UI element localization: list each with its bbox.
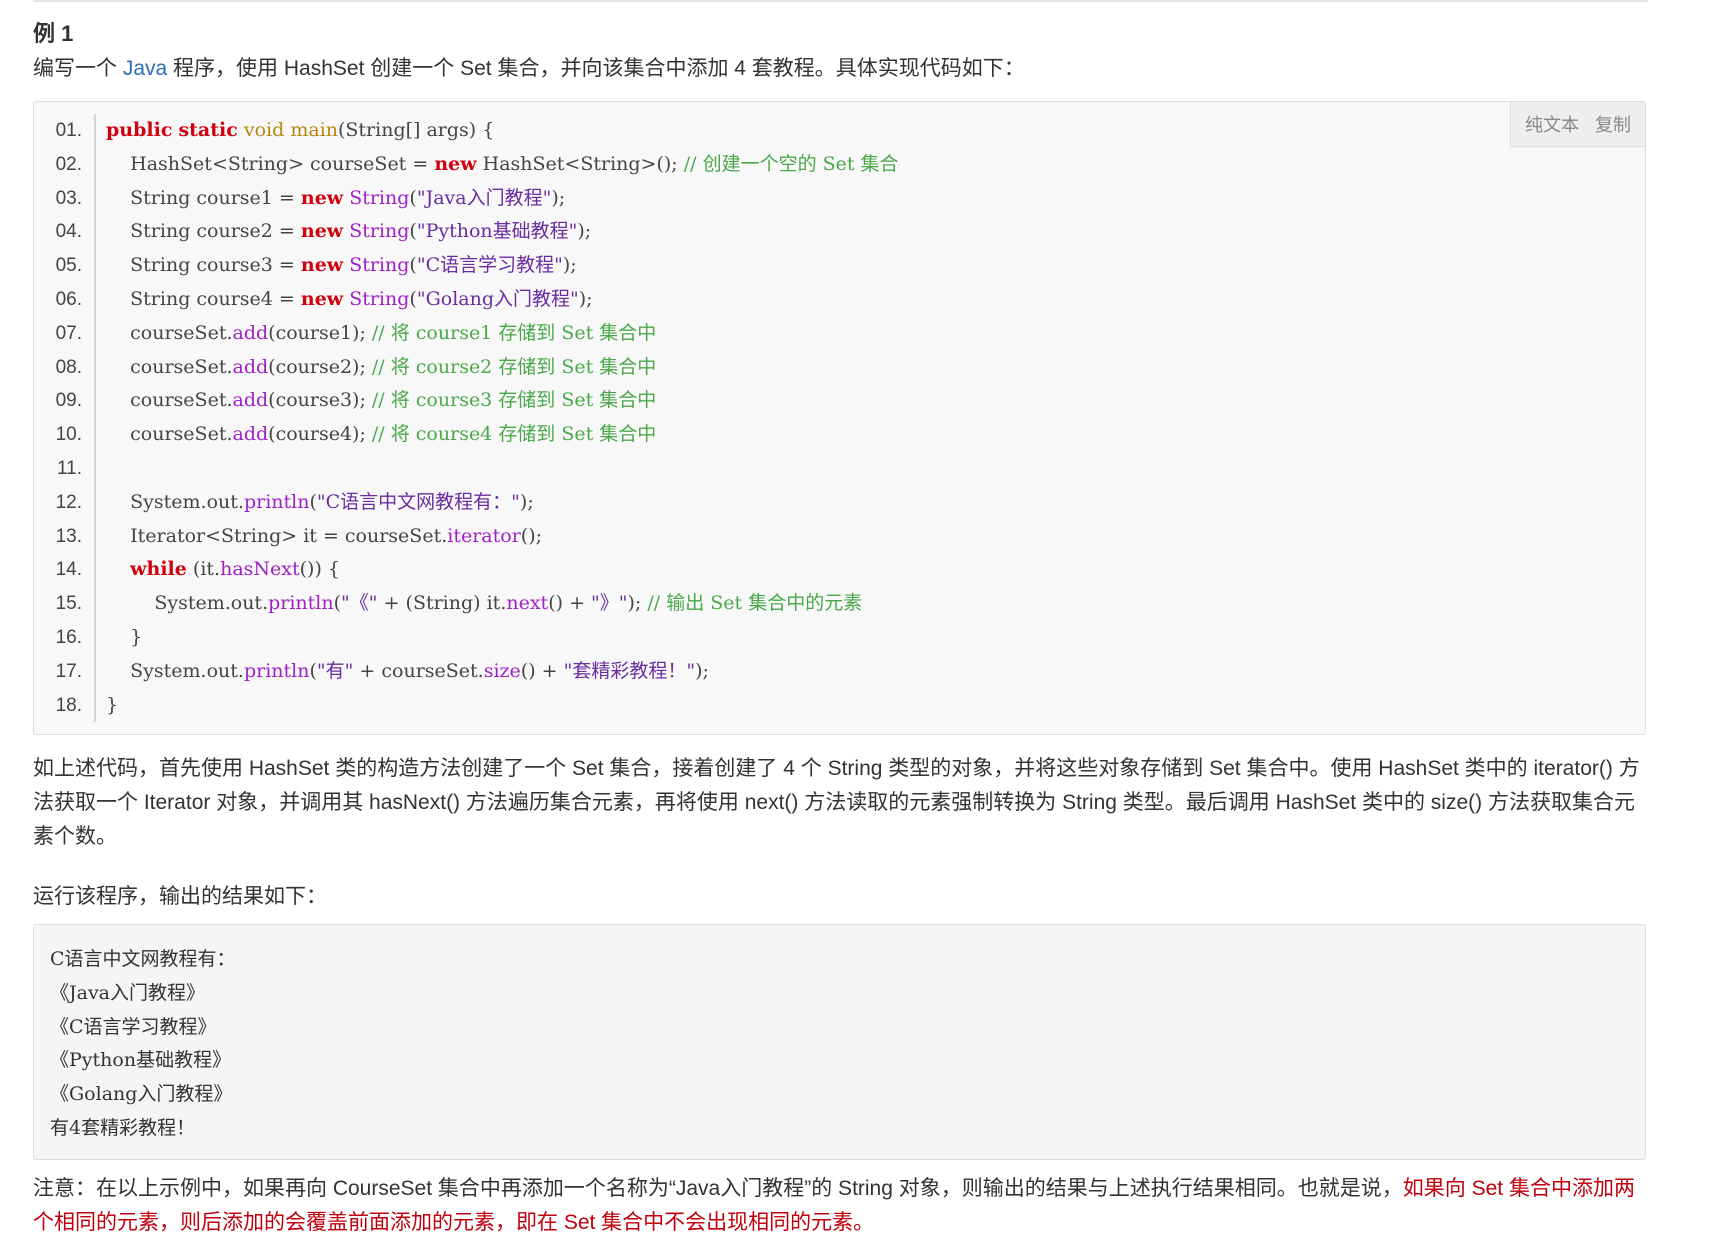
line-number: 07. [34,316,96,351]
code-line: 16. } [34,620,1645,655]
code-text: String course3 = new String("C语言学习教程"); [106,254,577,277]
code-line: 10. courseSet.add(course4); // 将 course4… [34,418,1645,452]
output-line: 《Golang入门教程》 [50,1083,233,1106]
code-text: System.out.println("C语言中文网教程有："); [106,490,534,513]
output-line: 《Java入门教程》 [50,981,206,1004]
code-text: courseSet.add(course3); // 将 course3 存储到… [106,389,657,412]
line-number: 09. [34,384,96,419]
code-line: 13. Iterator<String> it = courseSet.iter… [34,519,1645,554]
line-number: 15. [34,587,96,621]
code-text: HashSet<String> courseSet = new HashSet<… [106,152,899,175]
code-text: public static void main(String[] args) { [106,119,495,141]
line-number: 17. [34,654,96,689]
code-line: 06. String course4 = new String("Golang入… [34,282,1645,317]
code-text: System.out.println("《" + (String) it.nex… [106,592,863,615]
code-line: 14. while (it.hasNext()) { [34,553,1645,588]
code-text: String course1 = new String("Java入门教程"); [106,186,566,209]
code-line: 07. courseSet.add(course1); // 将 course1… [34,316,1645,351]
code-line: 08. courseSet.add(course2); // 将 course2… [34,350,1645,385]
code-text: } [106,625,143,648]
line-number: 03. [34,181,96,216]
code-text: while (it.hasNext()) { [130,558,341,581]
code-text: String course4 = new String("Golang入门教程"… [106,287,593,310]
example-heading: 例 1 [33,21,74,46]
output-line: 《Python基础教程》 [50,1049,232,1072]
code-text: System.out.println("有" + courseSet.size(… [106,659,709,682]
line-number: 01. [34,114,96,148]
code-block: 纯文本 复制 01. public static void main(String… [33,101,1646,735]
intro-text-before: 编写一个 [33,57,123,80]
intro-text-after: 程序，使用 HashSet 创建一个 Set 集合，并向该集合中添加 4 套教程… [167,57,1025,80]
top-divider [33,0,1648,2]
line-number: 16. [34,620,96,655]
line-number: 02. [34,147,96,182]
code-lines: 01. public static void main(String[] args… [34,114,1645,723]
line-number: 05. [34,249,96,283]
line-number: 04. [34,215,96,250]
line-number: 12. [34,485,96,520]
code-text: } [106,693,119,716]
line-number: 08. [34,350,96,385]
line-number: 11. [34,451,96,486]
code-line: 02. HashSet<String> courseSet = new Hash… [34,147,1645,182]
line-number: 13. [34,519,96,554]
line-number: 14. [34,553,96,588]
intro-paragraph: 编写一个 Java 程序，使用 HashSet 创建一个 Set 集合，并向该集… [33,52,1648,86]
output-line: 有4套精彩教程！ [50,1116,196,1139]
code-line: 05. String course3 = new String("C语言学习教程… [34,249,1645,283]
code-text: courseSet.add(course1); // 将 course1 存储到… [106,321,657,344]
line-number: 18. [34,688,96,723]
output-line: C语言中文网教程有： [50,948,236,970]
java-link[interactable]: Java [123,57,167,80]
code-line: 15. System.out.println("《" + (String) it… [34,587,1645,621]
code-line: 09. courseSet.add(course3); // 将 course3… [34,384,1645,419]
code-line: 11. [34,451,1645,486]
line-number: 06. [34,282,96,317]
explanation-paragraph: 如上述代码，首先使用 HashSet 类的构造方法创建了一个 Set 集合，接着… [33,757,1640,848]
code-text: courseSet.add(course4); // 将 course4 存储到… [106,423,657,446]
code-line: 17. System.out.println("有" + courseSet.s… [34,654,1645,689]
note-paragraph: 注意：在以上示例中，如果再向 CourseSet 集合中再添加一个名称为“Jav… [33,1172,1648,1240]
code-line: 18.} [34,688,1645,723]
note-text: 注意：在以上示例中，如果再向 CourseSet 集合中再添加一个名称为“Jav… [33,1177,1403,1200]
output-block: C语言中文网教程有： 《Java入门教程》 《C语言学习教程》 《Python基… [33,924,1646,1160]
code-text: Iterator<String> it = courseSet.iterator… [106,524,543,547]
line-number: 10. [34,418,96,452]
code-text: String course2 = new String("Python基础教程"… [106,220,592,243]
code-line: 12. System.out.println("C语言中文网教程有："); [34,485,1645,520]
output-line: 《C语言学习教程》 [50,1015,217,1038]
code-line: 04. String course2 = new String("Python基… [34,215,1645,250]
code-text: courseSet.add(course2); // 将 course2 存储到… [106,355,657,378]
run-intro-text: 运行该程序，输出的结果如下： [33,885,327,908]
code-line: 01. public static void main(String[] args… [34,114,1645,148]
code-line: 03. String course1 = new String("Java入门教… [34,181,1645,216]
